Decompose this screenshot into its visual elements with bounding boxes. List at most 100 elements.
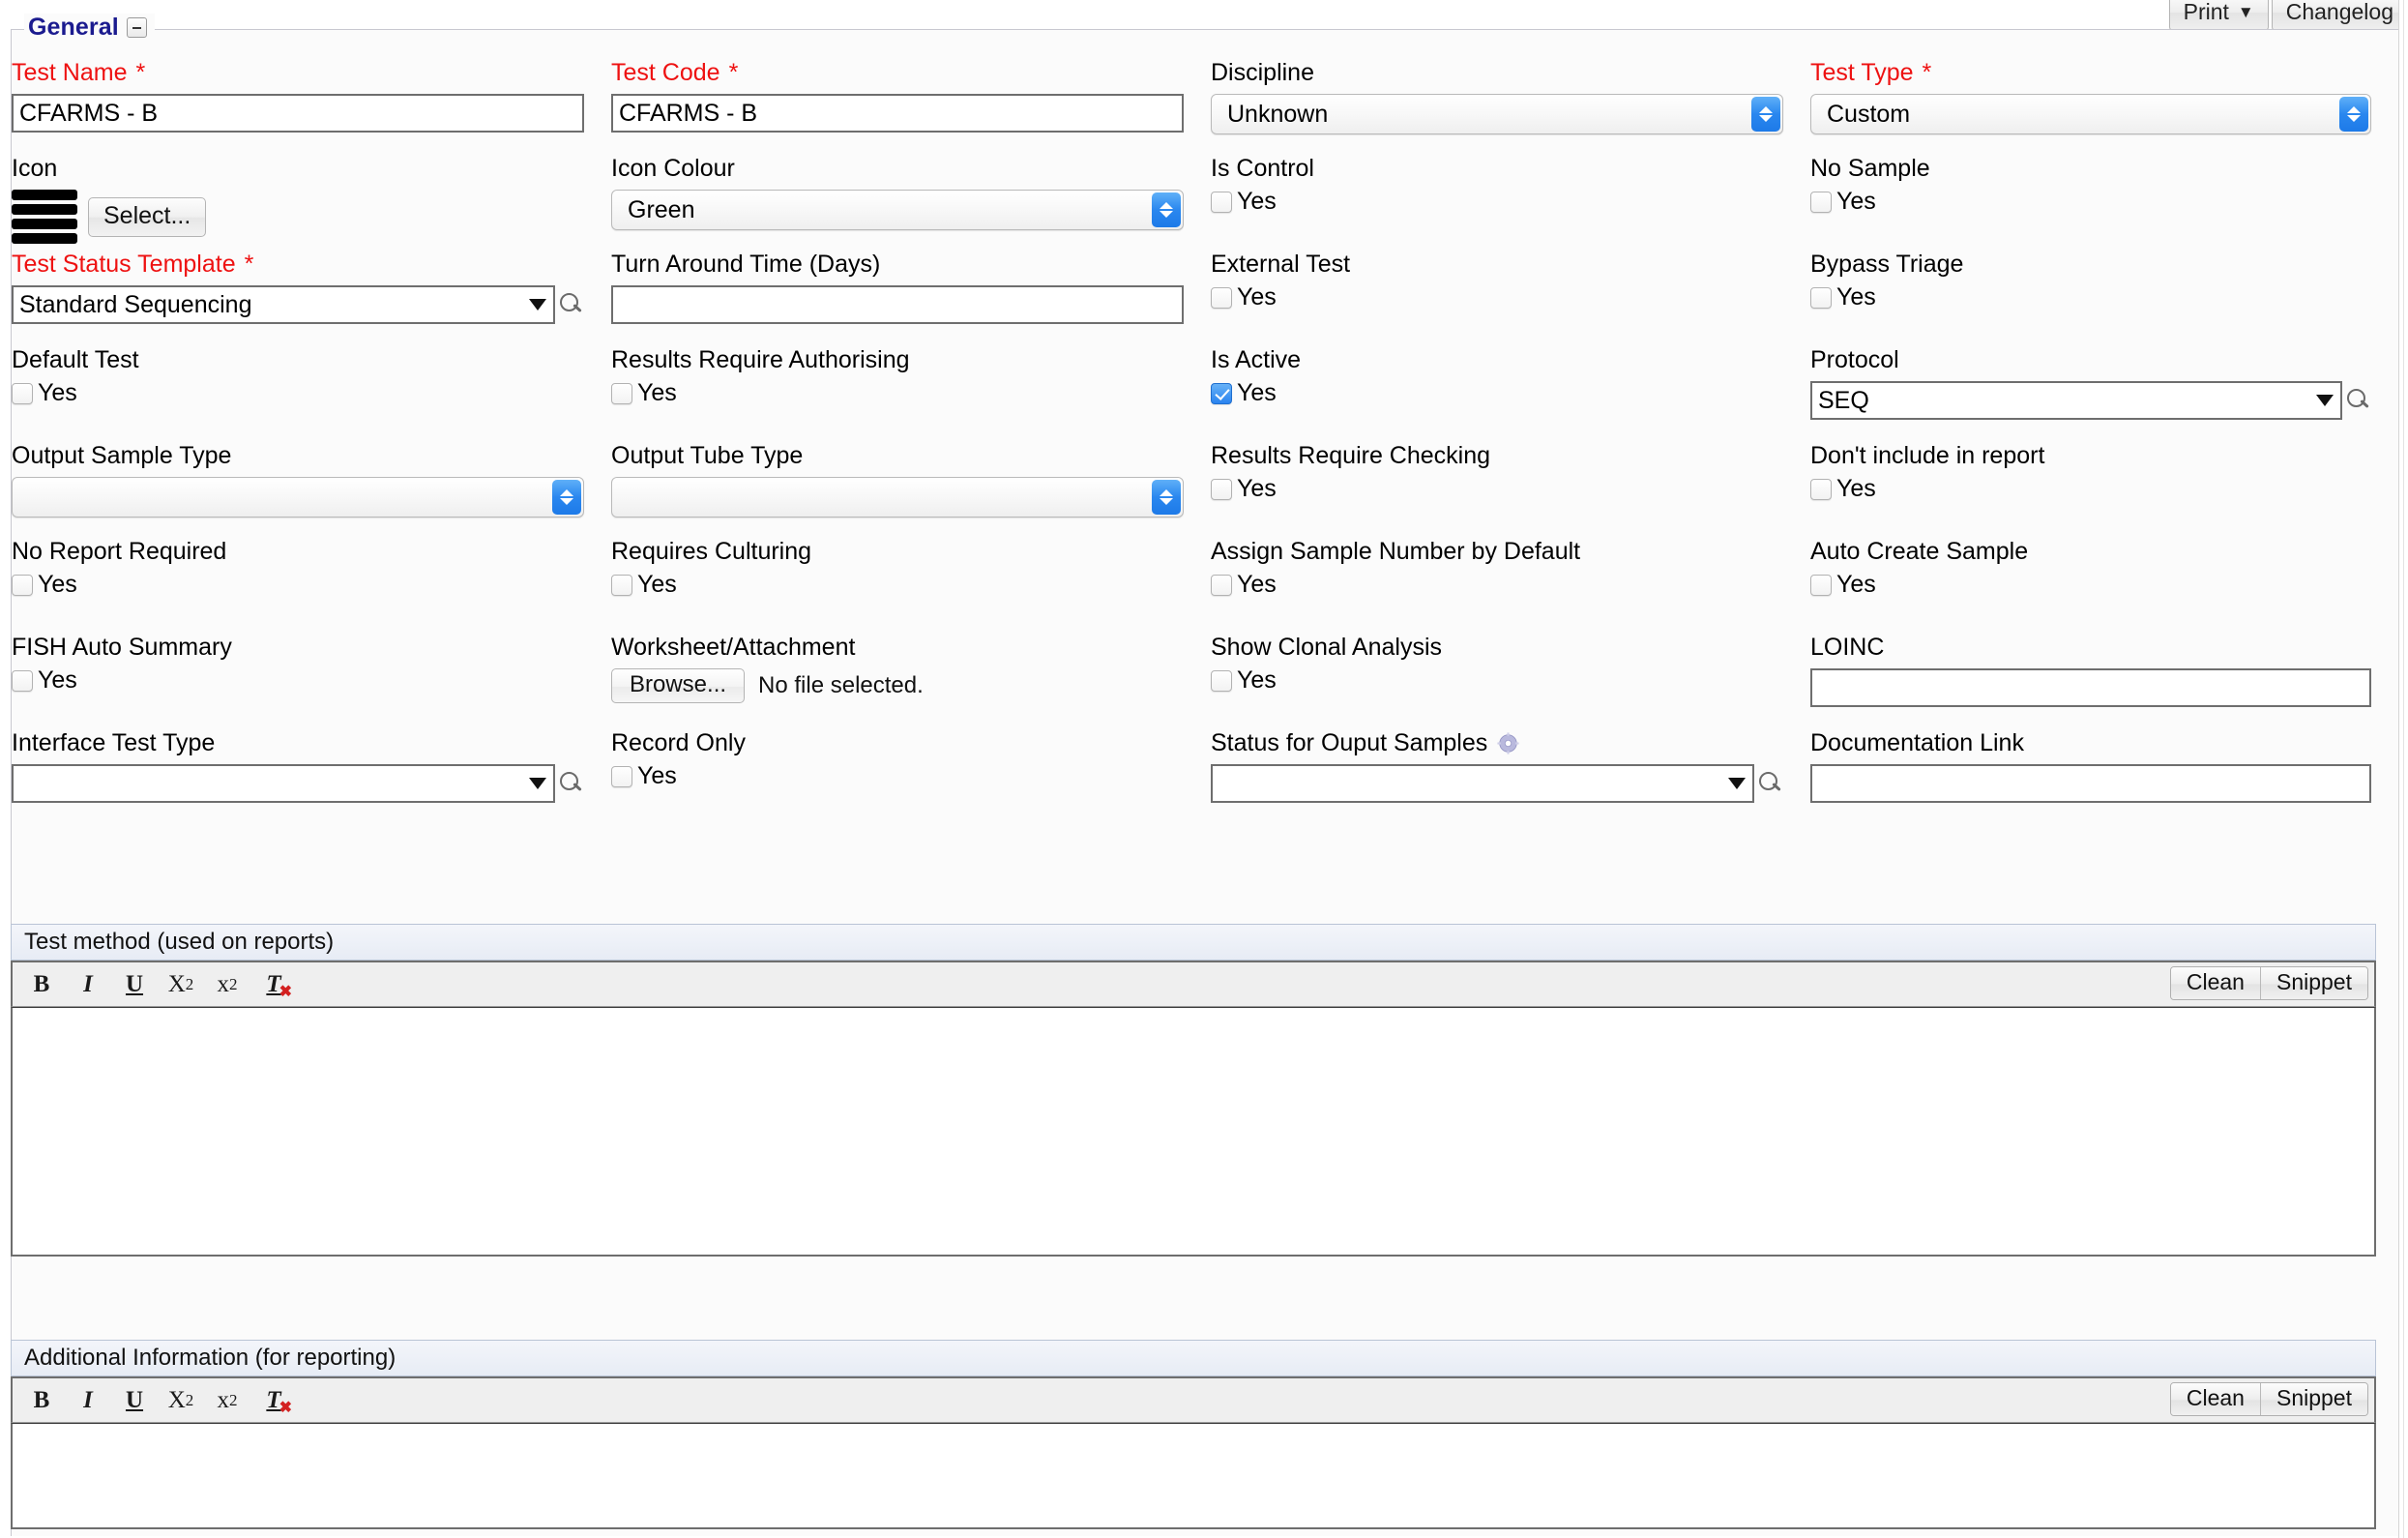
no-sample-checkbox-row[interactable]: Yes — [1810, 190, 2371, 214]
clean-button[interactable]: Clean — [2170, 967, 2261, 999]
print-button-label: Print — [2183, 0, 2229, 24]
snippet-button[interactable]: Snippet — [2260, 1383, 2367, 1415]
test-name-input[interactable] — [12, 94, 584, 133]
remove-format-icon[interactable]: T ✖ — [250, 1381, 297, 1420]
auto-create-sample-checkbox-row[interactable]: Yes — [1810, 573, 2371, 597]
icon-label: Icon — [12, 155, 58, 182]
is-active-checkbox-row[interactable]: Yes — [1211, 381, 1783, 405]
bypass-triage-checkbox-row[interactable]: Yes — [1810, 285, 2371, 310]
updown-arrows-icon — [1751, 97, 1780, 132]
fish-auto-summary-label: FISH Auto Summary — [12, 634, 232, 661]
gear-icon[interactable] — [1496, 731, 1520, 755]
search-icon[interactable] — [557, 769, 584, 798]
record-only-checkbox[interactable] — [611, 765, 632, 787]
search-icon[interactable] — [557, 290, 584, 319]
no-sample-checkbox[interactable] — [1810, 191, 1832, 213]
output-sample-type-select[interactable] — [12, 477, 584, 518]
turn-around-time-input[interactable] — [611, 285, 1184, 324]
worksheet-attachment-label: Worksheet/Attachment — [611, 634, 856, 661]
snippet-button[interactable]: Snippet — [2260, 967, 2367, 999]
results-require-checking-label: Results Require Checking — [1211, 442, 1491, 469]
underline-icon[interactable]: U — [111, 1381, 158, 1420]
no-report-required-checkbox[interactable] — [12, 574, 33, 596]
record-only-yes-label: Yes — [637, 762, 677, 789]
underline-icon[interactable]: U — [111, 965, 158, 1004]
additional-information-editor-body[interactable] — [11, 1423, 2376, 1529]
bypass-triage-label: Bypass Triage — [1810, 251, 1964, 278]
changelog-button[interactable]: Changelog — [2271, 0, 2408, 31]
field-icon: Icon Select... — [12, 157, 611, 252]
external-test-checkbox[interactable] — [1211, 286, 1232, 309]
results-require-authorising-checkbox[interactable] — [611, 382, 632, 404]
turn-around-time-label: Turn Around Time (Days) — [611, 251, 881, 278]
dont-include-in-report-yes-label: Yes — [1836, 475, 1876, 502]
documentation-link-input[interactable] — [1810, 764, 2371, 803]
default-test-checkbox-row[interactable]: Yes — [12, 381, 584, 405]
requires-culturing-checkbox-row[interactable]: Yes — [611, 573, 1184, 597]
show-clonal-analysis-checkbox-row[interactable]: Yes — [1211, 668, 1783, 693]
search-icon[interactable] — [2344, 386, 2371, 415]
bold-icon[interactable]: B — [18, 1381, 65, 1420]
search-icon[interactable] — [1756, 769, 1783, 798]
discipline-select[interactable]: Unknown — [1211, 94, 1783, 134]
field-test-code: Test Code * — [611, 61, 1211, 157]
test-status-template-combobox[interactable]: Standard Sequencing — [12, 285, 555, 324]
dont-include-in-report-checkbox-row[interactable]: Yes — [1810, 477, 2371, 501]
clean-button[interactable]: Clean — [2170, 1383, 2261, 1415]
chevron-down-icon — [2316, 395, 2334, 406]
bypass-triage-checkbox[interactable] — [1810, 286, 1832, 309]
test-code-input[interactable] — [611, 94, 1184, 133]
test-type-select[interactable]: Custom — [1810, 94, 2371, 134]
is-control-checkbox[interactable] — [1211, 191, 1232, 213]
interface-test-type-combobox[interactable] — [12, 764, 555, 803]
no-report-required-checkbox-row[interactable]: Yes — [12, 573, 584, 597]
loinc-input[interactable] — [1810, 668, 2371, 707]
subscript-icon[interactable]: X2 — [158, 1381, 204, 1420]
results-require-authorising-checkbox-row[interactable]: Yes — [611, 381, 1184, 405]
italic-icon[interactable]: I — [65, 1381, 111, 1420]
browse-file-button[interactable]: Browse... — [611, 668, 746, 703]
icon-select-button[interactable]: Select... — [88, 196, 207, 237]
dont-include-in-report-checkbox[interactable] — [1810, 478, 1832, 500]
is-control-checkbox-row[interactable]: Yes — [1211, 190, 1783, 214]
assign-sample-number-by-default-label: Assign Sample Number by Default — [1211, 538, 1581, 565]
protocol-combobox[interactable]: SEQ — [1810, 381, 2342, 420]
bold-icon[interactable]: B — [18, 965, 65, 1004]
default-test-checkbox[interactable] — [12, 382, 33, 404]
record-only-checkbox-row[interactable]: Yes — [611, 764, 1184, 788]
test-method-editor-title: Test method (used on reports) — [11, 924, 2376, 961]
assign-sample-number-checkbox-row[interactable]: Yes — [1211, 573, 1783, 597]
external-test-checkbox-row[interactable]: Yes — [1211, 285, 1783, 310]
assign-sample-number-checkbox[interactable] — [1211, 574, 1232, 596]
fish-auto-summary-checkbox[interactable] — [12, 669, 33, 692]
requires-culturing-checkbox[interactable] — [611, 574, 632, 596]
superscript-icon[interactable]: x2 — [204, 1381, 250, 1420]
is-active-checkbox[interactable] — [1211, 382, 1232, 404]
additional-information-editor: Additional Information (for reporting) B… — [11, 1340, 2376, 1529]
status-for-output-samples-combobox[interactable] — [1211, 764, 1754, 803]
additional-information-editor-title: Additional Information (for reporting) — [11, 1340, 2376, 1376]
minus-icon[interactable] — [126, 17, 147, 38]
remove-format-icon[interactable]: T ✖ — [250, 965, 297, 1004]
field-results-require-authorising: Results Require Authorising Yes — [611, 348, 1211, 444]
is-active-yes-label: Yes — [1237, 379, 1277, 406]
test-status-template-value: Standard Sequencing — [19, 290, 252, 318]
field-output-sample-type: Output Sample Type — [12, 444, 611, 540]
superscript-icon[interactable]: x2 — [204, 965, 250, 1004]
results-require-checking-checkbox-row[interactable]: Yes — [1211, 477, 1783, 501]
print-button[interactable]: Print ▼ — [2168, 0, 2269, 31]
loinc-label: LOINC — [1810, 634, 1885, 661]
fish-auto-summary-checkbox-row[interactable]: Yes — [12, 668, 584, 693]
record-only-label: Record Only — [611, 729, 746, 756]
test-method-editor: Test method (used on reports) B I U X2 x… — [11, 924, 2376, 1257]
test-method-editor-body[interactable] — [11, 1007, 2376, 1257]
field-bypass-triage: Bypass Triage Yes — [1810, 252, 2398, 348]
output-tube-type-select[interactable] — [611, 477, 1184, 518]
show-clonal-analysis-checkbox[interactable] — [1211, 669, 1232, 692]
icon-colour-select[interactable]: Green — [611, 190, 1184, 230]
italic-icon[interactable]: I — [65, 965, 111, 1004]
subscript-icon[interactable]: X2 — [158, 965, 204, 1004]
field-assign-sample-number-by-default: Assign Sample Number by Default Yes — [1211, 540, 1810, 636]
results-require-checking-checkbox[interactable] — [1211, 478, 1232, 500]
auto-create-sample-checkbox[interactable] — [1810, 574, 1832, 596]
